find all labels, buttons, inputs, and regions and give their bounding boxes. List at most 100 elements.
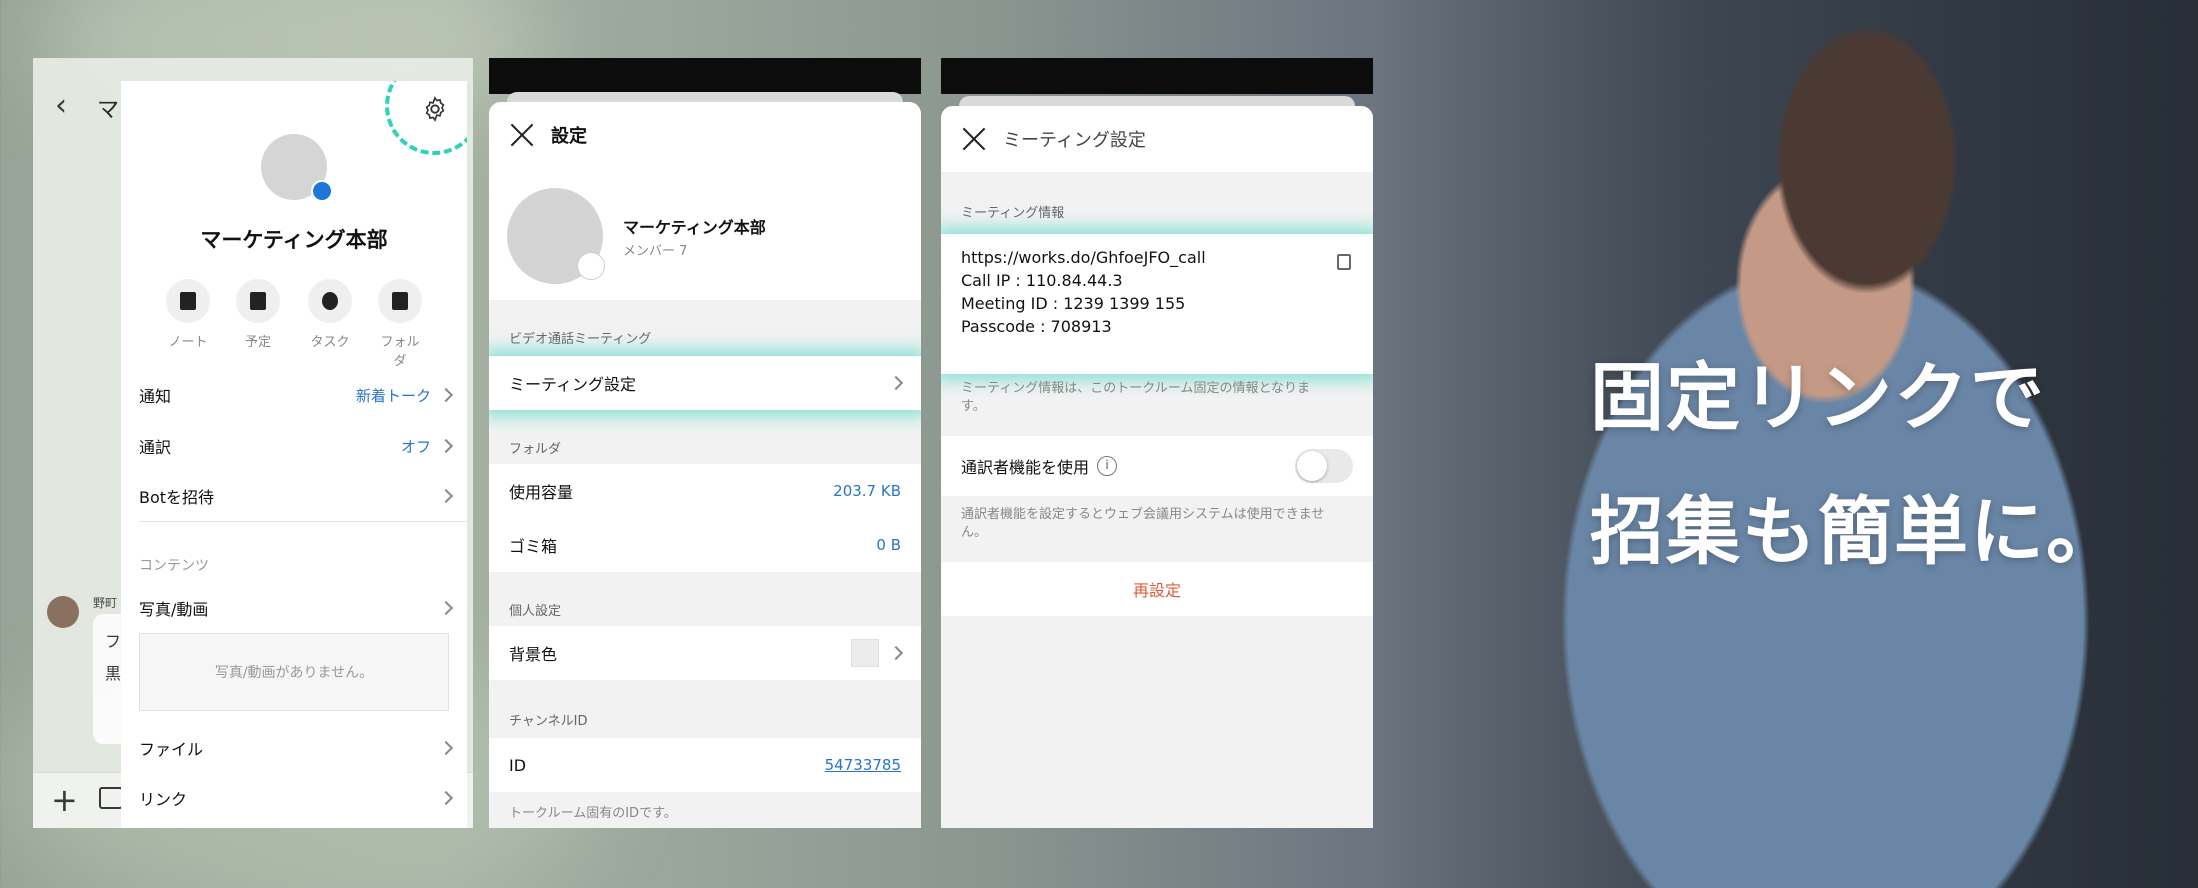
channel-id-link[interactable]: 54733785 bbox=[825, 756, 901, 774]
settings-panel: 設定 マーケティング本部 メンバー 7 ビデオ通話ミーティング ミーティング設定… bbox=[489, 102, 921, 828]
row-label: 背景色 bbox=[509, 645, 558, 664]
group-name: マーケティング本部 bbox=[200, 228, 388, 252]
interpreter-toggle[interactable] bbox=[1295, 449, 1353, 483]
group-info-panel: マーケティング本部 ノート 予定 タスク フォルダ 通知 新着トーク 通訳 オフ… bbox=[121, 81, 467, 828]
divider bbox=[139, 521, 467, 522]
passcode: Passcode : 708913 bbox=[961, 317, 1112, 336]
chevron-right-icon bbox=[438, 387, 454, 403]
plus-icon[interactable]: + bbox=[51, 781, 78, 819]
section-label: 個人設定 bbox=[509, 604, 562, 619]
toggle-knob bbox=[1297, 451, 1327, 481]
meeting-settings-row[interactable]: ミーティング設定 bbox=[489, 356, 921, 410]
meeting-header: ミーティング設定 bbox=[941, 106, 1373, 172]
close-icon[interactable] bbox=[509, 122, 535, 148]
page-title: 設定 bbox=[551, 126, 587, 147]
camera-icon[interactable] bbox=[577, 252, 605, 280]
calendar-button[interactable]: 予定 bbox=[233, 279, 283, 350]
links-row[interactable]: リンク bbox=[139, 773, 454, 823]
profile-section: マーケティング本部 メンバー 7 bbox=[489, 168, 921, 300]
row-label: リンク bbox=[139, 790, 188, 809]
info-icon[interactable]: i bbox=[1097, 456, 1118, 476]
avatar[interactable] bbox=[47, 596, 79, 628]
section-label: ビデオ通話ミーティング bbox=[509, 332, 652, 347]
row-label: ミーティング設定 bbox=[509, 375, 637, 394]
note-icon bbox=[180, 292, 196, 310]
row-label: 通知 bbox=[139, 387, 172, 406]
translation-row[interactable]: 通訳 オフ bbox=[139, 421, 454, 471]
notification-row[interactable]: 通知 新着トーク bbox=[139, 370, 454, 420]
hero-headline-1: 固定リンクで bbox=[1590, 355, 2046, 441]
gear-icon[interactable] bbox=[421, 95, 449, 123]
chevron-right-icon bbox=[438, 600, 454, 616]
trash-value: 0 B bbox=[876, 536, 901, 554]
row-label: ゴミ箱 bbox=[509, 537, 558, 556]
sender-name: 野町 bbox=[93, 596, 118, 610]
chevron-right-icon bbox=[888, 645, 904, 661]
row-value: オフ bbox=[400, 437, 431, 456]
copy-icon[interactable] bbox=[1337, 254, 1351, 270]
quick-action-label: 予定 bbox=[244, 335, 271, 350]
call-ip: Call IP : 110.84.44.3 bbox=[961, 271, 1123, 290]
task-icon bbox=[322, 292, 338, 310]
close-icon[interactable] bbox=[961, 126, 987, 152]
contents-section-label: コンテンツ bbox=[139, 558, 209, 574]
page-title: ミーティング設定 bbox=[1003, 130, 1146, 151]
chevron-right-icon bbox=[438, 740, 454, 756]
meeting-settings-panel: ミーティング設定 ミーティング情報 https://works.do/Ghfoe… bbox=[941, 106, 1373, 828]
section-label: フォルダ bbox=[509, 442, 562, 457]
files-row[interactable]: ファイル bbox=[139, 723, 454, 773]
folder-icon bbox=[392, 292, 408, 310]
meeting-info-note: ミーティング情報は、このトークルーム固定の情報となります。 bbox=[961, 381, 1311, 414]
group-avatar bbox=[261, 134, 333, 202]
chevron-right-icon bbox=[438, 488, 454, 504]
quick-action-label: ノート bbox=[168, 335, 208, 350]
status-bar bbox=[489, 58, 921, 94]
section-label: チャンネルID bbox=[509, 714, 588, 729]
row-label: ファイル bbox=[139, 740, 204, 759]
task-button[interactable]: タスク bbox=[305, 279, 355, 350]
meeting-info-card: https://works.do/GhfoeJFO_call Call IP :… bbox=[941, 234, 1373, 374]
row-label: 写真/動画 bbox=[139, 600, 209, 619]
photos-row[interactable]: 写真/動画 bbox=[139, 583, 454, 633]
channel-id-note: トークルーム固有のIDです。 bbox=[509, 806, 677, 821]
usage-row: 使用容量 203.7 KB bbox=[489, 464, 921, 518]
back-icon[interactable]: ‹ bbox=[55, 88, 67, 123]
trash-row[interactable]: ゴミ箱 0 B bbox=[489, 518, 921, 572]
color-swatch bbox=[851, 639, 879, 667]
interpreter-row: 通訳者機能を使用 i bbox=[941, 436, 1373, 496]
photos-empty-state: 写真/動画がありません。 bbox=[139, 633, 449, 711]
row-label: Botを招待 bbox=[139, 488, 215, 507]
usage-value[interactable]: 203.7 KB bbox=[833, 482, 901, 500]
hero-headline-2: 招集も簡単に。 bbox=[1590, 489, 2122, 575]
calendar-icon bbox=[250, 292, 266, 310]
quick-action-label: タスク bbox=[310, 335, 350, 350]
meeting-url[interactable]: https://works.do/GhfoeJFO_call bbox=[961, 248, 1353, 267]
group-name: マーケティング本部 bbox=[623, 218, 766, 237]
row-label: ID bbox=[509, 755, 527, 775]
bubble-text: フ bbox=[105, 632, 122, 651]
background-color-row[interactable]: 背景色 bbox=[489, 626, 921, 680]
chevron-right-icon bbox=[888, 375, 904, 391]
settings-header: 設定 bbox=[489, 102, 921, 168]
section-label: ミーティング情報 bbox=[961, 206, 1065, 221]
row-label: 通訳者機能を使用 bbox=[961, 458, 1090, 477]
reset-button[interactable]: 再設定 bbox=[941, 562, 1373, 616]
bubble-text: 黒 bbox=[105, 664, 122, 683]
row-label: 使用容量 bbox=[509, 483, 574, 502]
group-avatar[interactable] bbox=[507, 188, 605, 284]
note-button[interactable]: ノート bbox=[163, 279, 213, 350]
interpreter-note: 通訳者機能を設定するとウェブ会議用システムは使用できません。 bbox=[961, 507, 1325, 540]
row-value: 新着トーク bbox=[355, 386, 431, 405]
chevron-right-icon bbox=[438, 790, 454, 806]
row-label: 通訳 bbox=[139, 438, 172, 457]
member-count: メンバー 7 bbox=[623, 244, 688, 259]
image-icon[interactable] bbox=[99, 787, 123, 809]
channel-id-row: ID 54733785 bbox=[489, 738, 921, 792]
group-badge-icon bbox=[311, 180, 333, 202]
folder-button[interactable]: フォルダ bbox=[375, 279, 425, 369]
status-bar bbox=[941, 58, 1373, 94]
meeting-id: Meeting ID : 1239 1399 155 bbox=[961, 294, 1186, 313]
chevron-right-icon bbox=[438, 438, 454, 454]
invite-bot-row[interactable]: Botを招待 bbox=[139, 471, 454, 521]
quick-action-label: フォルダ bbox=[380, 335, 420, 369]
